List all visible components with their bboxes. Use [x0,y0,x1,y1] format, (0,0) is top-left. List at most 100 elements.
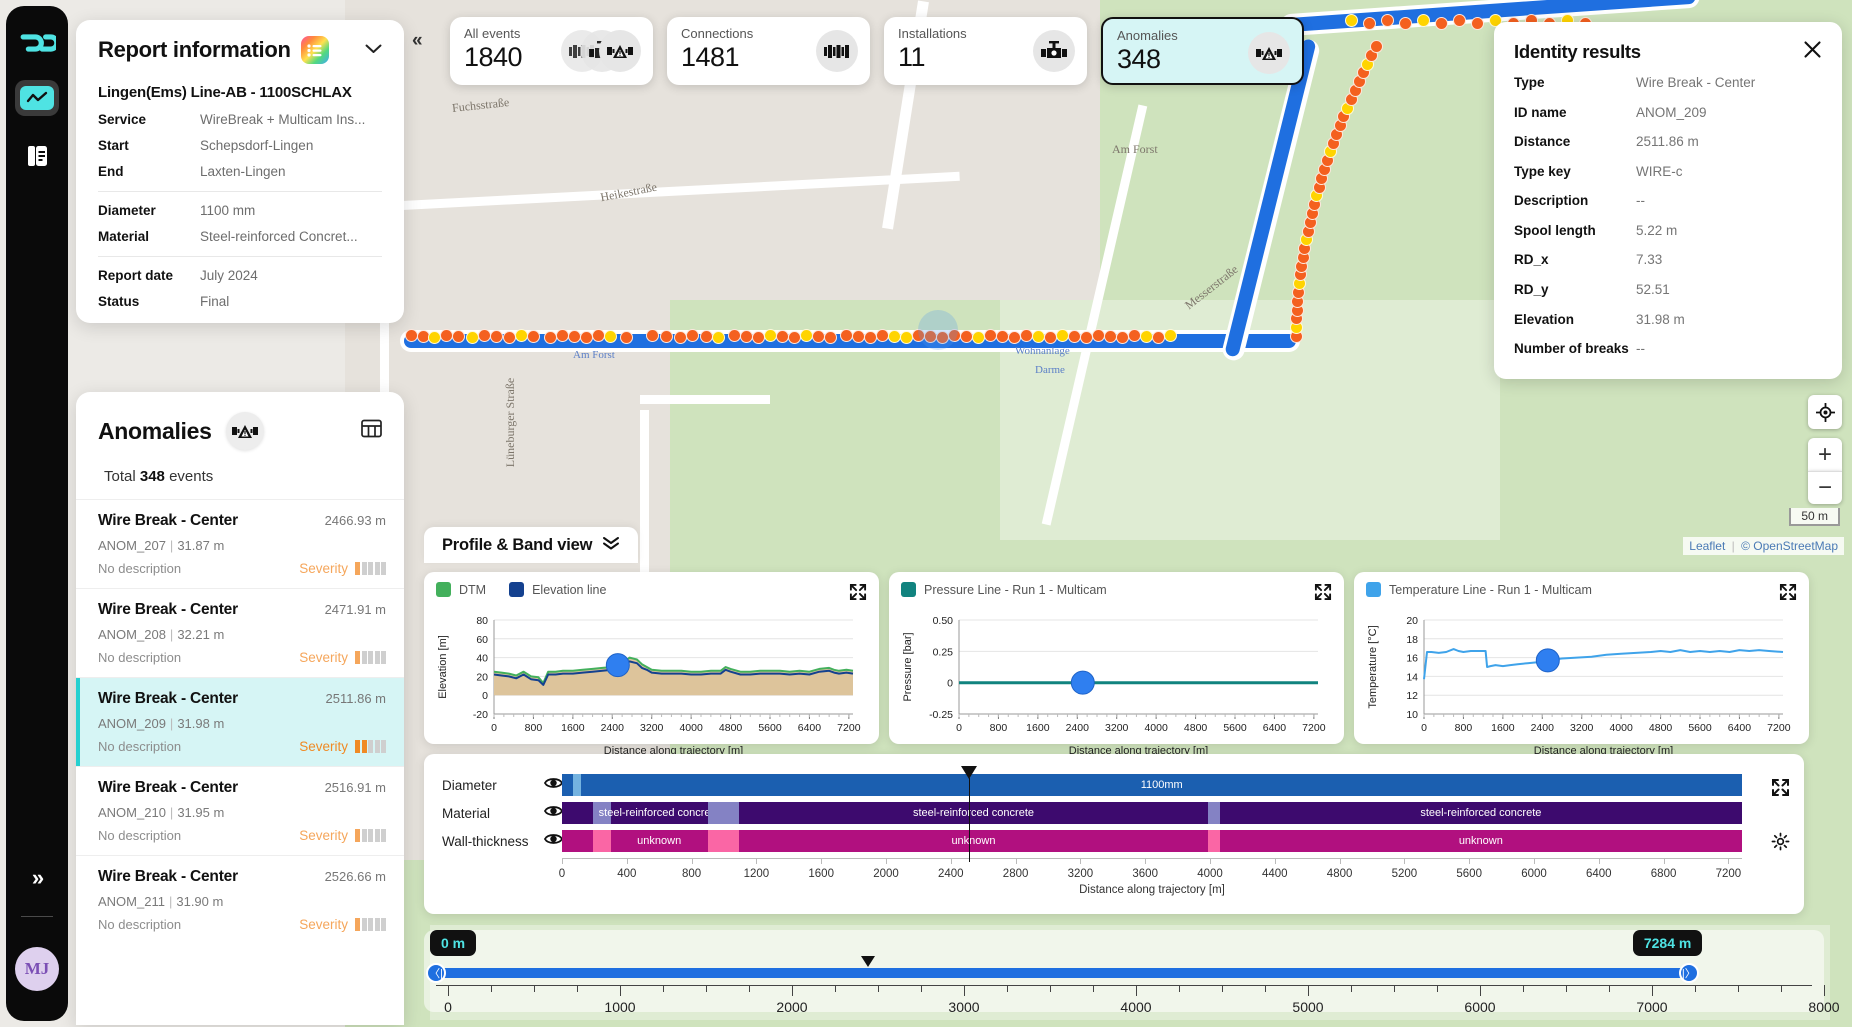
zoom-in-button[interactable]: + [1808,438,1842,471]
list-item[interactable]: Wire Break - Center 2516.91 m ANOM_210 | 31.… [76,766,404,855]
map-event-marker[interactable] [1044,331,1057,344]
map-event-marker[interactable] [1370,40,1383,53]
scrubber-tick [1824,985,1825,996]
list-item[interactable]: Wire Break - Center 2471.91 m ANOM_208 | 32.… [76,588,404,677]
stat-card-installations[interactable]: Installations 11 [884,17,1087,85]
map-event-marker[interactable] [900,331,913,344]
map-event-marker[interactable] [972,331,985,344]
distance-scrubber[interactable]: 0 m 7284 m 〈| |〉 0 1000 2000 3000 4000 5000 60… [424,930,1840,1015]
map-event-marker[interactable] [1471,17,1484,30]
stat-card-connections[interactable]: Connections 1481 [667,17,870,85]
chevron-down-icon[interactable] [365,41,382,59]
band-segment[interactable] [573,774,582,796]
expand-icon[interactable] [849,583,867,606]
attribution-leaflet-link[interactable]: Leaflet [1689,539,1725,553]
eye-icon[interactable] [543,804,564,823]
brand-logo[interactable] [18,28,56,58]
scrubber-tick [663,985,664,992]
map-event-marker[interactable] [452,330,465,343]
expand-rail-button[interactable]: » [32,865,44,891]
nav-analytics[interactable] [15,80,59,116]
locate-me-icon[interactable] [1808,395,1842,429]
stat-card-anomalies[interactable]: Anomalies 348 [1101,17,1304,85]
map-event-marker[interactable] [490,330,503,343]
map-event-marker[interactable] [428,331,441,344]
map-event-marker[interactable] [620,331,633,344]
chart-position-marker[interactable] [1070,670,1095,695]
map-event-marker[interactable] [864,331,877,344]
list-item[interactable]: Wire Break - Center 2466.93 m ANOM_207 | 31.… [76,499,404,588]
map-event-marker[interactable] [1152,331,1165,344]
expand-icon[interactable] [1771,778,1790,802]
band-segment[interactable] [562,830,593,852]
band-segment[interactable]: unknown [738,830,1209,852]
scrubber-end-handle[interactable]: |〉 [1678,963,1699,983]
band-segment[interactable] [1208,802,1220,824]
report-field: Material Steel-reinforced Concret... [98,229,382,244]
map-event-marker[interactable] [527,330,540,343]
band-segment[interactable]: steel-reinforced concrete [738,802,1209,824]
stat-card-all-events[interactable]: All events 1840 [450,17,653,85]
expand-icon[interactable] [1314,583,1332,606]
map-event-marker[interactable] [1381,14,1394,27]
collapse-left-icon[interactable]: « [412,30,423,52]
map-event-marker[interactable] [604,330,617,343]
map-event-marker[interactable] [1435,17,1448,30]
band-segment[interactable]: steel-reinforced concrete [599,802,720,824]
zoom-out-button[interactable]: − [1808,471,1842,504]
band-segment[interactable]: unknown [1219,830,1742,852]
map-event-marker[interactable] [686,329,699,342]
map-event-marker[interactable] [660,330,673,343]
map-event-marker[interactable] [1116,331,1129,344]
band-segment[interactable]: unknown [610,830,708,852]
band-segment[interactable] [707,802,739,824]
band-segment[interactable]: steel-reinforced concrete [1219,802,1742,824]
avatar[interactable]: MJ [15,947,59,991]
scrubber-start-handle[interactable]: 〈| [426,963,446,983]
band-segment[interactable] [562,802,593,824]
map-event-marker[interactable] [503,331,516,344]
map-event-marker[interactable] [824,331,837,344]
band-segment[interactable] [592,830,611,852]
map-event-marker[interactable] [1345,14,1358,27]
scrubber-track[interactable] [436,968,1689,978]
map-event-marker[interactable] [752,331,765,344]
map-event-marker[interactable] [1399,17,1412,30]
gear-icon[interactable] [1771,832,1790,856]
profile-band-view-toggle[interactable]: Profile & Band view [424,527,639,563]
list-item[interactable]: Wire Break - Center 2526.66 m ANOM_211 | 31.… [76,855,404,944]
map-event-marker[interactable] [1453,14,1466,27]
map-event-marker[interactable] [466,331,479,344]
map-event-marker[interactable] [580,331,593,344]
anomalies-header: Anomalies [76,392,404,450]
table-view-icon[interactable] [361,419,382,443]
chart-position-marker[interactable] [605,653,630,678]
nav-reports[interactable] [15,138,59,174]
map-event-marker[interactable] [646,329,659,342]
attribution-osm-link[interactable]: © OpenStreetMap [1741,539,1838,553]
scrubber-tick [1480,985,1481,996]
band-segment[interactable] [562,774,574,796]
map-event-marker[interactable] [1008,331,1021,344]
band-track-diameter[interactable]: 1100mm [562,774,1742,796]
eye-icon[interactable] [543,776,564,795]
close-icon[interactable] [1803,40,1822,63]
eye-icon[interactable] [543,832,564,851]
list-item[interactable]: Wire Break - Center 2511.86 m ANOM_209 | 31.… [76,677,404,766]
band-segment[interactable] [707,830,739,852]
expand-icon[interactable] [1779,583,1797,606]
band-segment[interactable] [1208,830,1220,852]
map-event-marker[interactable] [788,331,801,344]
map-event-marker[interactable] [1417,14,1430,27]
map-event-marker[interactable] [712,331,725,344]
band-track-material[interactable]: steel-reinforced concrete steel-reinforce… [562,802,1742,824]
map-event-marker[interactable] [1080,331,1093,344]
map-event-marker[interactable] [1164,329,1177,342]
map-event-marker[interactable] [674,331,687,344]
chart-position-marker[interactable] [1535,648,1560,673]
map-event-marker[interactable] [1363,17,1376,30]
band-track-wall-thickness[interactable]: unknown unknown unknown [562,830,1742,852]
band-segment[interactable]: 1100mm [581,774,1742,796]
band-playhead[interactable] [960,766,977,862]
map-event-marker[interactable] [544,331,557,344]
